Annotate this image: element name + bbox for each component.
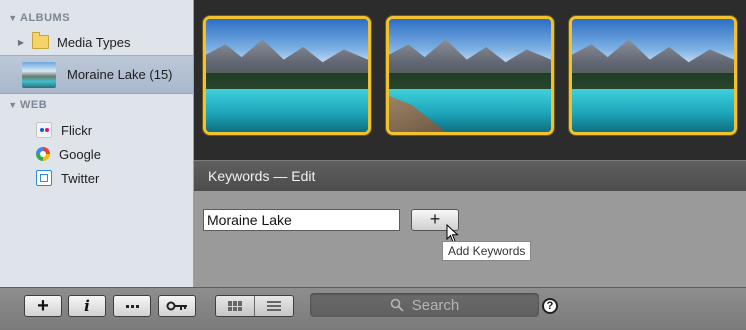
web-header-label: WEB <box>20 99 48 111</box>
dots-icon <box>125 304 129 308</box>
photo-thumbnail[interactable] <box>386 16 554 135</box>
keywords-panel-title: Keywords — Edit <box>208 168 316 184</box>
help-button[interactable]: ? <box>542 298 558 314</box>
disclosure-open-icon[interactable]: ▼ <box>6 100 20 110</box>
twitter-icon <box>36 170 52 186</box>
sidebar-item-label: Moraine Lake (15) <box>67 67 173 82</box>
sidebar: ▼ ALBUMS ▶ Media Types Moraine Lake (15)… <box>0 0 194 287</box>
more-button[interactable] <box>113 295 151 317</box>
web-section-header[interactable]: ▼ WEB <box>0 96 47 114</box>
albums-section-header[interactable]: ▼ ALBUMS <box>0 9 70 27</box>
albums-header-label: ALBUMS <box>20 12 71 24</box>
sidebar-item-label: Google <box>59 146 101 162</box>
disclosure-open-icon[interactable]: ▼ <box>6 13 20 23</box>
search-icon <box>390 298 404 312</box>
sidebar-item-media-types[interactable]: ▶ Media Types <box>0 30 193 54</box>
album-thumbnail <box>22 61 56 88</box>
photo-thumbnail[interactable] <box>569 16 737 135</box>
view-mode-toggle <box>215 295 294 317</box>
sidebar-item-google[interactable]: Google <box>0 142 193 166</box>
sidebar-item-label: Media Types <box>57 34 131 50</box>
sidebar-item-label: Flickr <box>61 122 93 138</box>
keywords-panel: + Add Keywords <box>194 191 746 287</box>
keyword-input[interactable] <box>203 209 400 231</box>
search-placeholder: Search <box>411 296 460 314</box>
photo-thumbnail[interactable] <box>203 16 371 135</box>
grid-view-icon <box>228 301 242 311</box>
info-button[interactable]: i <box>68 295 106 317</box>
search-field[interactable]: Search <box>310 293 539 317</box>
grid-view-button[interactable] <box>216 296 254 316</box>
keywords-button[interactable] <box>158 295 196 317</box>
list-view-button[interactable] <box>254 296 293 316</box>
sidebar-item-flickr[interactable]: Flickr <box>0 118 193 142</box>
disclosure-closed-icon[interactable]: ▶ <box>14 38 28 47</box>
photo-grid <box>194 0 746 160</box>
add-keywords-tooltip: Add Keywords <box>442 241 532 261</box>
sidebar-item-moraine-lake[interactable]: Moraine Lake (15) <box>0 55 193 94</box>
sidebar-item-twitter[interactable]: Twitter <box>0 166 193 190</box>
add-button[interactable]: + <box>24 295 62 317</box>
flickr-icon <box>36 122 52 138</box>
keywords-panel-header: Keywords — Edit <box>194 160 746 191</box>
folder-icon <box>32 32 49 49</box>
key-icon <box>166 301 187 311</box>
sidebar-item-label: Twitter <box>61 170 100 186</box>
bottom-toolbar: + i Search ? <box>0 287 746 330</box>
list-view-icon <box>267 301 281 311</box>
google-icon <box>36 147 50 161</box>
